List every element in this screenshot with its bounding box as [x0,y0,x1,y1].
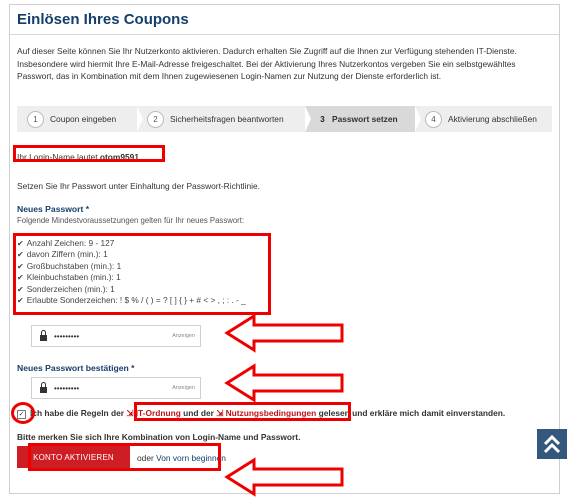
annotation-arrow-confirm-password [224,363,344,403]
step-label: Coupon eingeben [50,114,117,124]
lock-icon [40,330,47,341]
password-dots: ••••••••• [54,383,80,393]
step-label: Sicherheitsfragen beantworten [170,114,284,124]
step-number: 4 [425,110,442,128]
confirm-password-label: Neues Passwort bestätigen * [17,363,135,373]
scroll-to-top-button[interactable] [537,429,567,459]
reminder-text: Bitte merken Sie sich Ihre Kombination v… [17,432,301,442]
password-dots: ••••••••• [54,331,80,341]
requirements-intro: Folgende Mindestvoraussetzungen gelten f… [17,216,245,225]
wizard-steps: 1 Coupon eingeben 2 Sicherheitsfragen be… [17,106,552,132]
annotation-box-requirements [13,233,271,315]
new-password-label: Neues Passwort * [17,204,90,214]
page-title: Einlösen Ihres Coupons [17,11,189,28]
lock-icon [40,382,47,393]
step-coupon[interactable]: 1 Coupon eingeben [17,106,143,132]
annotation-circle-checkbox [11,402,35,424]
step-set-password[interactable]: 3 Passwort setzen [305,106,421,132]
title-divider [10,34,559,35]
annotation-arrow-new-password [224,313,344,353]
step-finish-activation[interactable]: 4 Aktivierung abschließen [415,106,552,132]
step-label: Aktivierung abschließen [448,114,537,124]
double-chevron-up-icon [543,434,561,454]
confirm-password-input[interactable]: ••••••••• Anzeigen [31,377,201,399]
step-number: 3 [320,114,325,124]
step-number: 2 [147,110,164,128]
annotation-box-login [13,145,165,162]
new-password-input[interactable]: ••••••••• Anzeigen [31,325,201,347]
policy-note: Setzen Sie Ihr Passwort unter Einhaltung… [17,181,260,191]
step-security-questions[interactable]: 2 Sicherheitsfragen beantworten [137,106,311,132]
annotation-box-links [134,402,351,421]
step-number: 1 [27,110,44,128]
show-password-toggle[interactable]: Anzeigen [172,385,195,391]
annotation-arrow-activate [224,457,344,497]
annotation-box-actions [28,443,221,471]
intro-text: Auf dieser Seite können Sie Ihr Nutzerko… [17,46,517,81]
show-password-toggle[interactable]: Anzeigen [172,333,195,339]
step-label: Passwort setzen [332,114,398,124]
